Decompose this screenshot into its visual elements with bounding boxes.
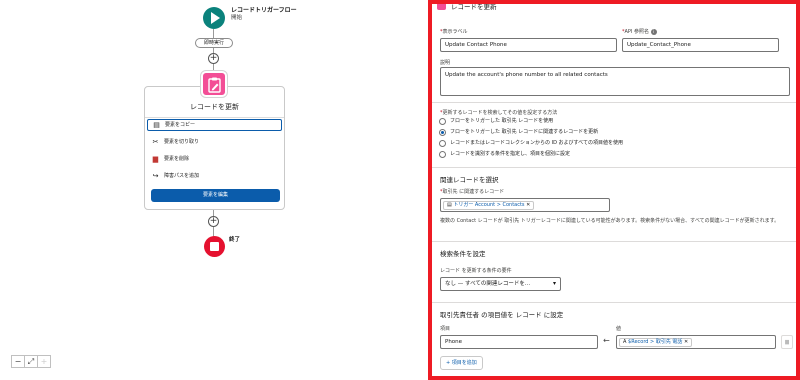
chevron-down-icon: ▾ [552,280,556,287]
fit-view-button[interactable]: ⤢ [24,355,38,368]
value-input[interactable]: A $Record > 取引先 電話 ✕ [616,335,776,349]
scissors-icon: ✂ [152,138,159,146]
method-label: *更新するレコードを検索してその値を設定する方法 [440,110,558,116]
element-title: レコードを更新 [190,103,239,111]
related-records-input[interactable]: ▤ トリガー Account > Contacts ✕ [440,198,610,212]
clipboard-edit-icon [208,77,221,93]
api-name-label: *API 参照名 i [622,28,657,35]
record-icon: ▤ [447,202,452,208]
plus-icon: + [446,360,451,366]
value-label: 値 [616,326,622,332]
pill-label: $Record > 取引先 電話 [628,339,683,345]
run-immediately-label: 即時実行 [195,38,233,48]
filter-requirement-label: レコード を更新する条件の要件 [440,268,512,274]
set-values-section-title: 取引先責任者 の項目値を レコード に設定 [440,311,564,319]
end-icon [204,236,225,257]
trash-icon: ▆ [152,155,159,163]
zoom-in-button[interactable]: + [37,355,51,368]
value-pill[interactable]: A $Record > 取引先 電話 ✕ [619,338,693,347]
panel-title: レコードを更新 [451,3,497,11]
divider [432,167,796,168]
related-section-title: 関連レコードを選択 [440,176,499,184]
related-records-pill[interactable]: ▤ トリガー Account > Contacts ✕ [443,201,535,210]
add-element-button[interactable]: + [208,53,219,64]
filter-requirement-select[interactable]: なし — すべての関連レコードを... ▾ [440,277,561,291]
pill-label: トリガー Account > Contacts [453,202,525,208]
menu-item-label: 要素をコピー [165,122,196,128]
divider [432,302,796,303]
label-field-label: *表示ラベル [440,29,468,35]
start-subtitle: 開始 [231,15,243,21]
text-type-icon: A [623,339,627,345]
radio-label: フローをトリガーした 取引先 レコードに関連するレコードを更新 [450,129,599,135]
zoom-controls: − ⤢ + [11,355,51,368]
edit-element-button[interactable]: 要素を編集 [151,189,280,202]
radio-button-selected[interactable] [439,129,446,136]
radio-button[interactable] [439,151,446,158]
field-input[interactable]: Phone [440,335,598,349]
menu-item-label: 障害パスを追加 [164,173,200,179]
select-value: なし — すべての関連レコードを... [445,281,531,287]
filter-section-title: 検索条件を設定 [440,250,486,258]
delete-element-item[interactable]: ▆ 要素を削除 [147,153,282,165]
flow-canvas[interactable]: レコードトリガーフロー 開始 即時実行 + レコードを更新 ▤ 要素をコピー ✂… [0,0,425,380]
divider [145,117,284,118]
add-fault-path-item[interactable]: ↪ 障害パスを追加 [147,170,282,182]
end-label: 終了 [229,237,241,243]
divider [432,241,796,242]
properties-panel: レコードを更新 *表示ラベル Update Contact Phone *API… [428,0,800,380]
radio-label: レコードまたはレコードコレクションからの ID およびすべての項目値を使用 [450,140,623,146]
divider [432,102,796,103]
related-records-label: *取引先 に関連するレコード [440,189,505,195]
update-records-icon [437,4,446,10]
add-field-button[interactable]: + 項目を追加 [440,356,483,370]
api-name-input[interactable]: Update_Contact_Phone [622,38,779,52]
remove-icon[interactable]: ✕ [526,202,530,208]
radio-label: フローをトリガーした 取引先 レコードを使用 [450,118,554,124]
start-icon[interactable] [203,7,225,29]
fault-path-icon: ↪ [152,172,159,180]
element-menu: レコードを更新 ▤ 要素をコピー ✂ 要素を切り取り ▆ 要素を削除 ↪ 障害パ… [144,86,285,210]
radio-label: レコードを識別する条件を指定し、項目を個別に設定 [450,151,571,157]
add-element-button-2[interactable]: + [208,216,219,227]
menu-item-label: 要素を削除 [164,156,190,162]
description-label: 説明 [440,60,451,66]
update-records-icon[interactable] [201,71,227,97]
label-input[interactable]: Update Contact Phone [440,38,617,52]
related-note: 複数の Contact レコードが 取引先 トリガーレコードに関連している可能性… [440,218,780,224]
cut-element-item[interactable]: ✂ 要素を切り取り [147,136,282,148]
delete-row-icon[interactable]: ▆ [781,335,793,349]
info-icon: i [650,29,657,35]
zoom-out-button[interactable]: − [11,355,25,368]
add-field-label: 項目を追加 [451,360,477,366]
description-textarea[interactable]: Update the account's phone number to all… [440,67,790,96]
menu-item-label: 要素を切り取り [164,139,200,145]
arrow-left-icon: ← [603,336,610,345]
copy-element-item[interactable]: ▤ 要素をコピー [147,119,282,131]
remove-icon[interactable]: ✕ [684,339,688,345]
radio-button[interactable] [439,118,446,125]
radio-button[interactable] [439,140,446,147]
copy-icon: ▤ [153,121,160,129]
field-label: 項目 [440,326,451,332]
